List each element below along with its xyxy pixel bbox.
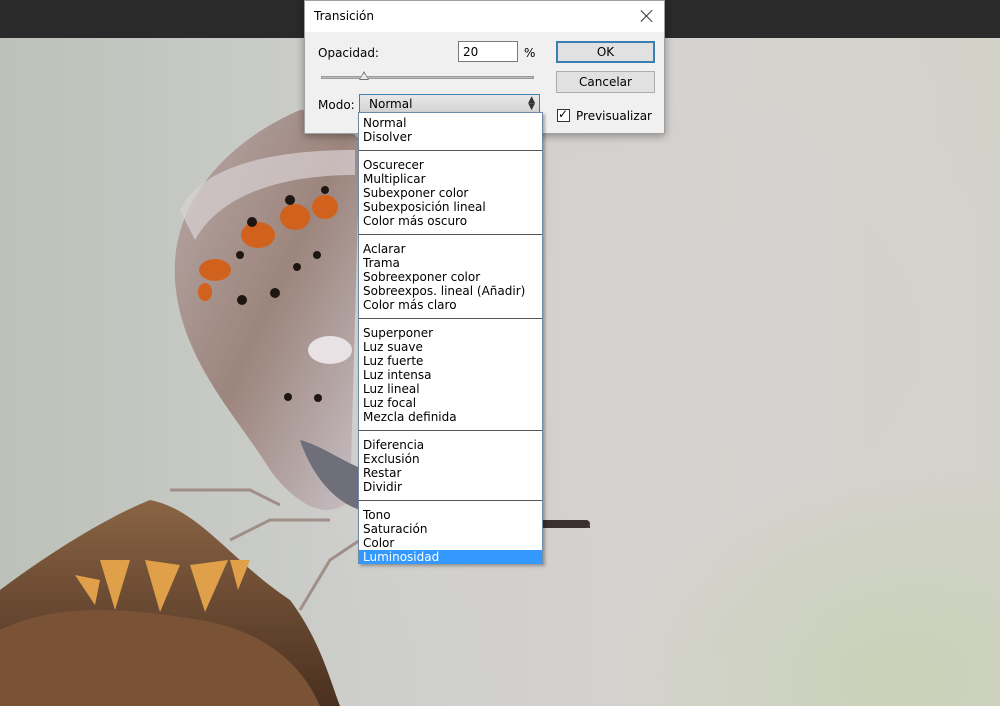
dialog-title: Transición [314,9,374,23]
cancel-button[interactable]: Cancelar [556,71,655,93]
dropdown-option[interactable]: Superponer [359,326,542,340]
preview-checkbox[interactable]: ✓ [557,107,570,122]
dropdown-option[interactable]: Luz intensa [359,368,542,382]
dropdown-option[interactable]: Color [359,536,542,550]
updown-arrow-icon: ▲ ▼ [528,95,535,112]
dropdown-option[interactable]: Normal [359,116,542,130]
dropdown-option[interactable]: Exclusión [359,452,542,466]
dropdown-option[interactable]: Luz suave [359,340,542,354]
preview-label[interactable]: Previsualizar [576,109,652,123]
dropdown-option[interactable]: Sobreexponer color [359,270,542,284]
dropdown-option[interactable]: Subexposición lineal [359,200,542,214]
close-icon[interactable] [636,5,658,27]
mode-dropdown-list: Normal Disolver Oscurecer Multiplicar Subexp… [358,112,543,564]
dropdown-option[interactable]: Color más oscuro [359,214,542,228]
mode-label: Modo: [318,98,355,112]
dropdown-option[interactable]: Diferencia [359,438,542,452]
dropdown-separator [359,312,542,326]
dropdown-option[interactable]: Trama [359,256,542,270]
dropdown-separator [359,228,542,242]
opacity-input[interactable] [458,41,518,62]
opacity-label: Opacidad: [318,46,379,60]
dropdown-option[interactable]: Multiplicar [359,172,542,186]
dropdown-option[interactable]: Mezcla definida [359,410,542,424]
opacity-unit: % [524,46,536,60]
ok-button[interactable]: OK [556,41,655,63]
dropdown-option[interactable]: Sobreexpos. lineal (Añadir) [359,284,542,298]
checkmark-icon: ✓ [558,107,569,121]
dropdown-option[interactable]: Subexponer color [359,186,542,200]
mode-select[interactable]: Normal ▲ ▼ [359,94,540,114]
dropdown-option[interactable]: Aclarar [359,242,542,256]
dropdown-option[interactable]: Luz focal [359,396,542,410]
dropdown-option[interactable]: Restar [359,466,542,480]
dropdown-option[interactable]: Color más claro [359,298,542,312]
dropdown-option[interactable]: Luz fuerte [359,354,542,368]
dropdown-option[interactable]: Luminosidad [359,550,542,564]
dropdown-option[interactable]: Tono [359,508,542,522]
dropdown-option[interactable]: Disolver [359,130,542,144]
dropdown-option[interactable]: Luz lineal [359,382,542,396]
dropdown-separator [359,424,542,438]
dropdown-separator [359,494,542,508]
dropdown-option[interactable]: Saturación [359,522,542,536]
dropdown-separator [359,144,542,158]
opacity-slider-thumb[interactable] [358,71,369,80]
opacity-slider-track[interactable] [321,76,534,79]
dialog-titlebar[interactable]: Transición [305,1,664,32]
mode-select-value: Normal [369,97,413,111]
dropdown-option[interactable]: Dividir [359,480,542,494]
dropdown-option[interactable]: Oscurecer [359,158,542,172]
